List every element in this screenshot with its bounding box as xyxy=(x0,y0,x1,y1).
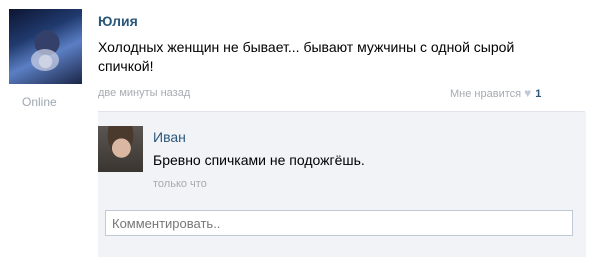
post-author-name[interactable]: Юлия xyxy=(98,13,138,29)
reply-avatar[interactable] xyxy=(98,126,143,172)
comment-input[interactable] xyxy=(105,210,573,236)
reply-author-name[interactable]: Иван xyxy=(153,129,186,145)
post-text: Холодных женщин не бывает... бывают мужч… xyxy=(98,39,515,74)
like-count: 1 xyxy=(535,88,542,100)
like-label: Мне нравится xyxy=(450,88,522,100)
heart-icon: ♥ xyxy=(524,86,532,100)
online-status: Online xyxy=(22,95,57,109)
reply-date[interactable]: только что xyxy=(153,178,207,190)
reply-text: Бревно спичками не подожгёшь. xyxy=(153,152,365,168)
post-date[interactable]: две минуты назад xyxy=(98,87,190,99)
like-button[interactable]: Мне нравится ♥ 1 xyxy=(450,86,541,100)
post-avatar[interactable] xyxy=(9,9,82,84)
comments-section: Иван Бревно спичками не подожгёшь. тольк… xyxy=(98,112,586,257)
